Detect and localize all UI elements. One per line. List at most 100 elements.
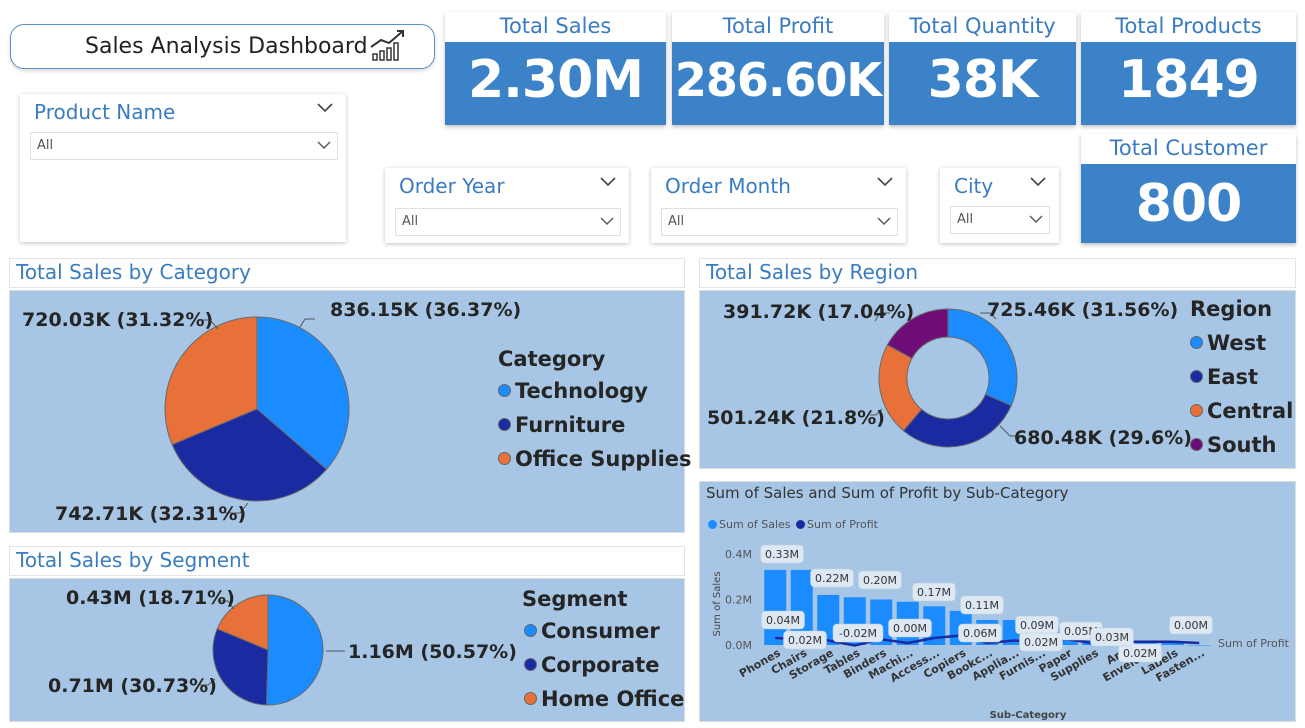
legend-dot xyxy=(1190,370,1203,383)
legend-dot xyxy=(524,624,537,637)
data-label: 0.33M xyxy=(765,548,799,561)
dropdown-value: All xyxy=(402,214,419,229)
legend-item[interactable]: Consumer xyxy=(524,619,660,643)
legend-dot xyxy=(498,452,511,465)
kpi-label: Total Profit xyxy=(672,12,884,42)
data-label: 0.71M (30.73%) xyxy=(48,675,217,697)
x-axis-title: Sub-Category xyxy=(990,710,1067,721)
legend-item[interactable]: South xyxy=(1190,433,1277,457)
slicer-city: City All xyxy=(940,168,1059,243)
slicer-order-year: Order Year All xyxy=(385,168,629,243)
data-label: 742.71K (32.31%) xyxy=(55,503,247,525)
kpi-label: Total Quantity xyxy=(889,12,1076,42)
kpi-total-quantity: Total Quantity 38K xyxy=(889,12,1076,125)
data-label: 391.72K (17.04%) xyxy=(723,301,915,323)
chevron-down-icon[interactable] xyxy=(1029,176,1047,188)
data-label: 0.02M xyxy=(1024,636,1058,649)
kpi-value: 800 xyxy=(1135,174,1243,234)
y-tick-label: 0.0M xyxy=(725,639,752,652)
y-tick-label: 0.4M xyxy=(725,548,752,561)
chevron-down-icon xyxy=(600,217,614,225)
slicer-title: Order Year xyxy=(399,174,505,198)
data-label: 0.11M xyxy=(965,599,999,612)
legend-dot xyxy=(1190,404,1203,417)
dropdown-value: All xyxy=(957,212,974,227)
kpi-value: 2.30M xyxy=(467,50,644,110)
profit-axis-label: Sum of Profit xyxy=(1218,637,1290,650)
data-label: 0.02M xyxy=(788,634,822,647)
data-label: 1.16M (50.57%) xyxy=(348,641,517,663)
kpi-value: 1849 xyxy=(1118,50,1260,110)
kpi-label: Total Products xyxy=(1081,12,1296,42)
data-label: 836.15K (36.37%) xyxy=(330,299,522,321)
slicer-title: Order Month xyxy=(665,174,791,198)
data-label: 725.46K (31.56%) xyxy=(987,299,1179,321)
legend-label: Corporate xyxy=(541,653,660,677)
chevron-down-icon xyxy=(877,217,891,225)
legend-label: Furniture xyxy=(515,413,626,437)
legend-title: Category xyxy=(498,347,606,371)
data-label: 0.00M xyxy=(893,622,927,635)
data-label: 0.17M xyxy=(917,586,951,599)
pie-slice-consumer[interactable] xyxy=(265,594,324,706)
data-label: 0.00M xyxy=(1174,619,1208,632)
legend-item[interactable]: Office Supplies xyxy=(498,447,692,471)
legend-dot xyxy=(524,658,537,671)
data-label: 0.20M xyxy=(863,574,897,587)
kpi-total-sales: Total Sales 2.30M xyxy=(445,12,666,125)
kpi-label: Total Customer xyxy=(1081,134,1296,164)
legend-item[interactable]: West xyxy=(1190,331,1266,355)
legend-item[interactable]: East xyxy=(1190,365,1258,389)
dropdown-value: All xyxy=(37,138,54,153)
legend-dot xyxy=(1190,336,1203,349)
kpi-total-products: Total Products 1849 xyxy=(1081,12,1296,125)
data-label: 0.09M xyxy=(1020,619,1054,632)
dashboard-title-box: Sales Analysis Dashboard xyxy=(10,24,435,69)
chevron-down-icon[interactable] xyxy=(876,176,894,188)
slicer-title: Product Name xyxy=(34,100,176,124)
legend-item[interactable]: Furniture xyxy=(498,413,625,437)
order-month-dropdown[interactable]: All xyxy=(661,208,898,236)
chevron-down-icon[interactable] xyxy=(599,176,617,188)
y-tick-label: 0.2M xyxy=(725,594,752,607)
pie-slice-east[interactable] xyxy=(902,393,1012,448)
legend-dot xyxy=(498,418,511,431)
sales-profit-combo-chart: Sum of Sales Sub-Category Sum of Profit … xyxy=(712,544,1290,721)
product-name-dropdown[interactable]: All xyxy=(30,132,338,160)
data-label: 0.04M xyxy=(766,614,800,627)
legend-label: Consumer xyxy=(541,619,660,643)
legend-dot xyxy=(524,692,537,705)
kpi-label: Total Sales xyxy=(445,12,666,42)
segment-panel: 0.43M (18.71%) 1.16M (50.57%) 0.71M (30.… xyxy=(9,578,685,722)
legend-item[interactable]: Corporate xyxy=(524,653,659,677)
legend-title: Region xyxy=(1190,297,1273,321)
region-panel: 725.46K (31.56%) 391.72K (17.04%) 501.24… xyxy=(699,290,1296,469)
sales-bar[interactable] xyxy=(1188,645,1211,646)
slicer-title: City xyxy=(954,174,994,198)
y-axis-title: Sum of Sales xyxy=(712,571,723,636)
pie-slice-west[interactable] xyxy=(947,308,1018,407)
slicer-order-month: Order Month All xyxy=(651,168,906,243)
sales-bar[interactable] xyxy=(764,569,787,645)
subcategory-panel: Sum of Sales and Sum of Profit by Sub-Ca… xyxy=(699,481,1296,722)
legend-label: Technology xyxy=(515,379,648,403)
slicer-product-name: Product Name All xyxy=(20,94,346,242)
data-label: 0.43M (18.71%) xyxy=(66,587,235,609)
order-year-dropdown[interactable]: All xyxy=(395,208,621,236)
data-label: 501.24K (21.8%) xyxy=(707,407,885,429)
data-label: 0.22M xyxy=(815,572,849,585)
legend-item[interactable]: Technology xyxy=(498,379,648,403)
dashboard-title: Sales Analysis Dashboard xyxy=(85,34,368,59)
legend-item[interactable]: Central xyxy=(1190,399,1293,423)
legend-label: South xyxy=(1207,433,1277,457)
kpi-value: 286.60K xyxy=(674,53,882,107)
category-panel-title: Total Sales by Category xyxy=(9,258,685,288)
data-label: 0.06M xyxy=(963,627,997,640)
chevron-down-icon xyxy=(1029,215,1043,223)
data-label: 0.02M xyxy=(1123,647,1157,660)
chevron-down-icon xyxy=(317,141,331,149)
city-dropdown[interactable]: All xyxy=(950,206,1050,234)
legend-label: Office Supplies xyxy=(515,447,692,471)
legend-item[interactable]: Home Office xyxy=(524,687,684,711)
chevron-down-icon[interactable] xyxy=(316,102,334,114)
